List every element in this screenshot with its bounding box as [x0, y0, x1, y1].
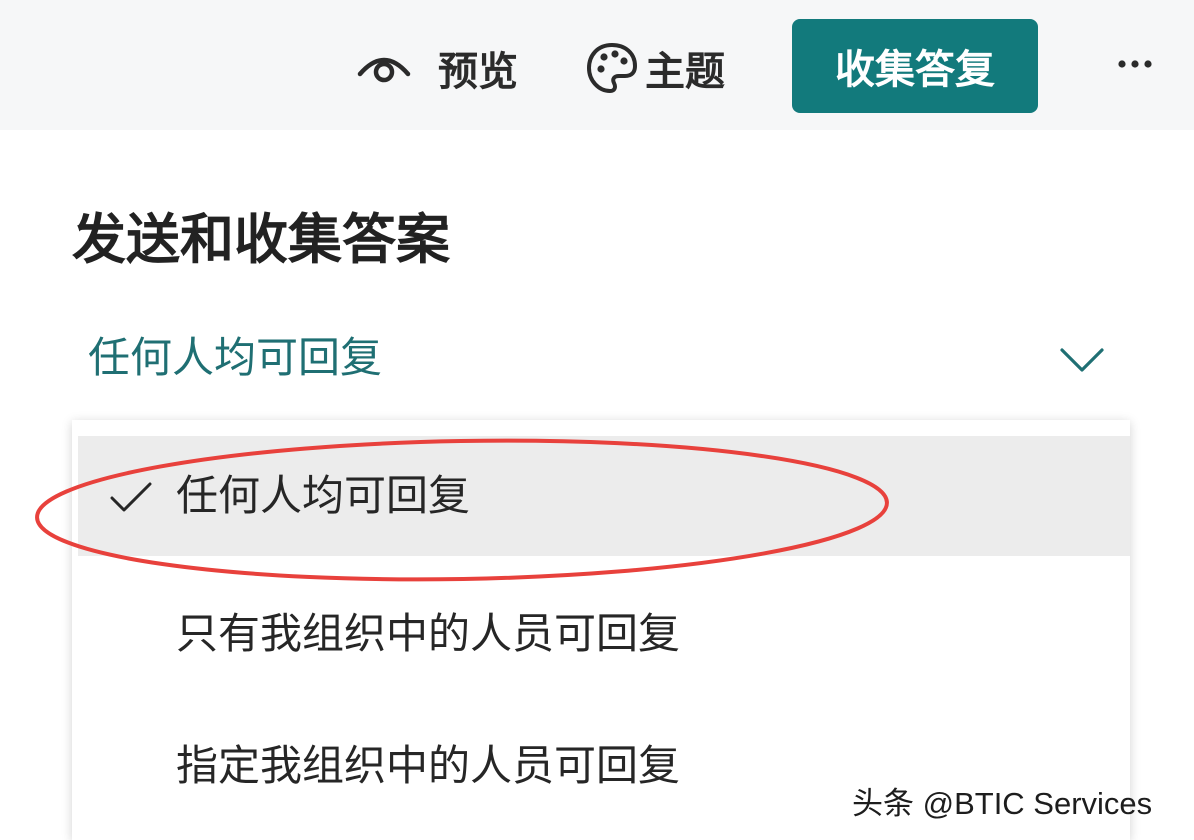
- collect-responses-button[interactable]: 收集答复: [792, 19, 1038, 113]
- watermark-text: 头条 @BTIC Services: [852, 786, 1153, 821]
- chevron-down-icon: [1060, 348, 1104, 372]
- top-toolbar: 预览 主题 收集答复: [0, 0, 1194, 130]
- theme-button[interactable]: 主题: [585, 40, 725, 96]
- checkmark-icon: [110, 482, 152, 512]
- option-label: 只有我组织中的人员可回复: [176, 609, 681, 658]
- dropdown-option-anyone[interactable]: 任何人均可回复: [78, 436, 1130, 556]
- more-options-icon[interactable]: [1110, 50, 1160, 78]
- theme-label: 主题: [645, 49, 725, 95]
- panel-title: 发送和收集答案: [72, 208, 450, 271]
- dropdown-option-org-only[interactable]: 只有我组织中的人员可回复: [78, 574, 1130, 694]
- response-permission-select[interactable]: 任何人均可回复: [70, 322, 1130, 398]
- preview-label: 预览: [438, 49, 518, 95]
- preview-button[interactable]: 预览: [356, 40, 518, 96]
- select-current-value: 任何人均可回复: [88, 333, 383, 382]
- option-label: 指定我组织中的人员可回复: [176, 741, 681, 790]
- option-label: 任何人均可回复: [176, 471, 471, 520]
- eye-icon: [357, 57, 411, 83]
- permission-dropdown-menu: 任何人均可回复 只有我组织中的人员可回复 指定我组织中的人员可回复: [72, 420, 1130, 840]
- palette-icon: [586, 42, 638, 94]
